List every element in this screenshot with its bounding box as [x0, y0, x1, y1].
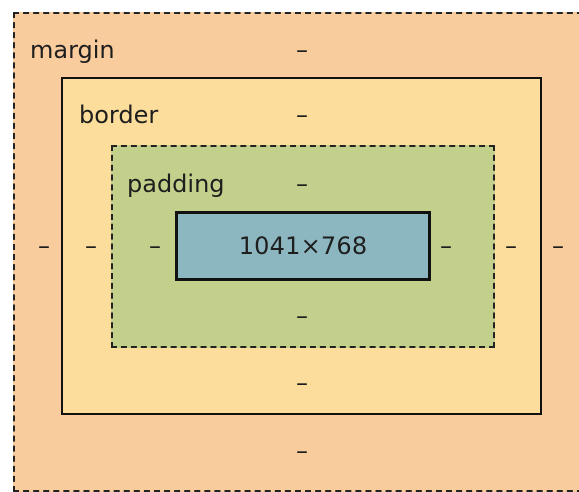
border-label: border — [79, 101, 159, 129]
border-top-value[interactable]: – — [287, 101, 317, 129]
margin-left-value[interactable]: – — [29, 232, 59, 260]
margin-top-value[interactable]: – — [287, 36, 317, 64]
border-bottom-value[interactable]: – — [287, 369, 317, 397]
border-right-value[interactable]: – — [496, 232, 526, 260]
padding-left-value[interactable]: – — [140, 232, 170, 260]
padding-top-value[interactable]: – — [287, 170, 317, 198]
border-left-value[interactable]: – — [76, 232, 106, 260]
content-size[interactable]: 1041×768 — [175, 211, 431, 281]
padding-label: padding — [127, 170, 225, 198]
margin-right-value[interactable]: – — [543, 232, 573, 260]
padding-right-value[interactable]: – — [431, 232, 461, 260]
margin-bottom-value[interactable]: – — [287, 437, 317, 465]
margin-label: margin — [30, 36, 115, 64]
padding-bottom-value[interactable]: – — [287, 302, 317, 330]
